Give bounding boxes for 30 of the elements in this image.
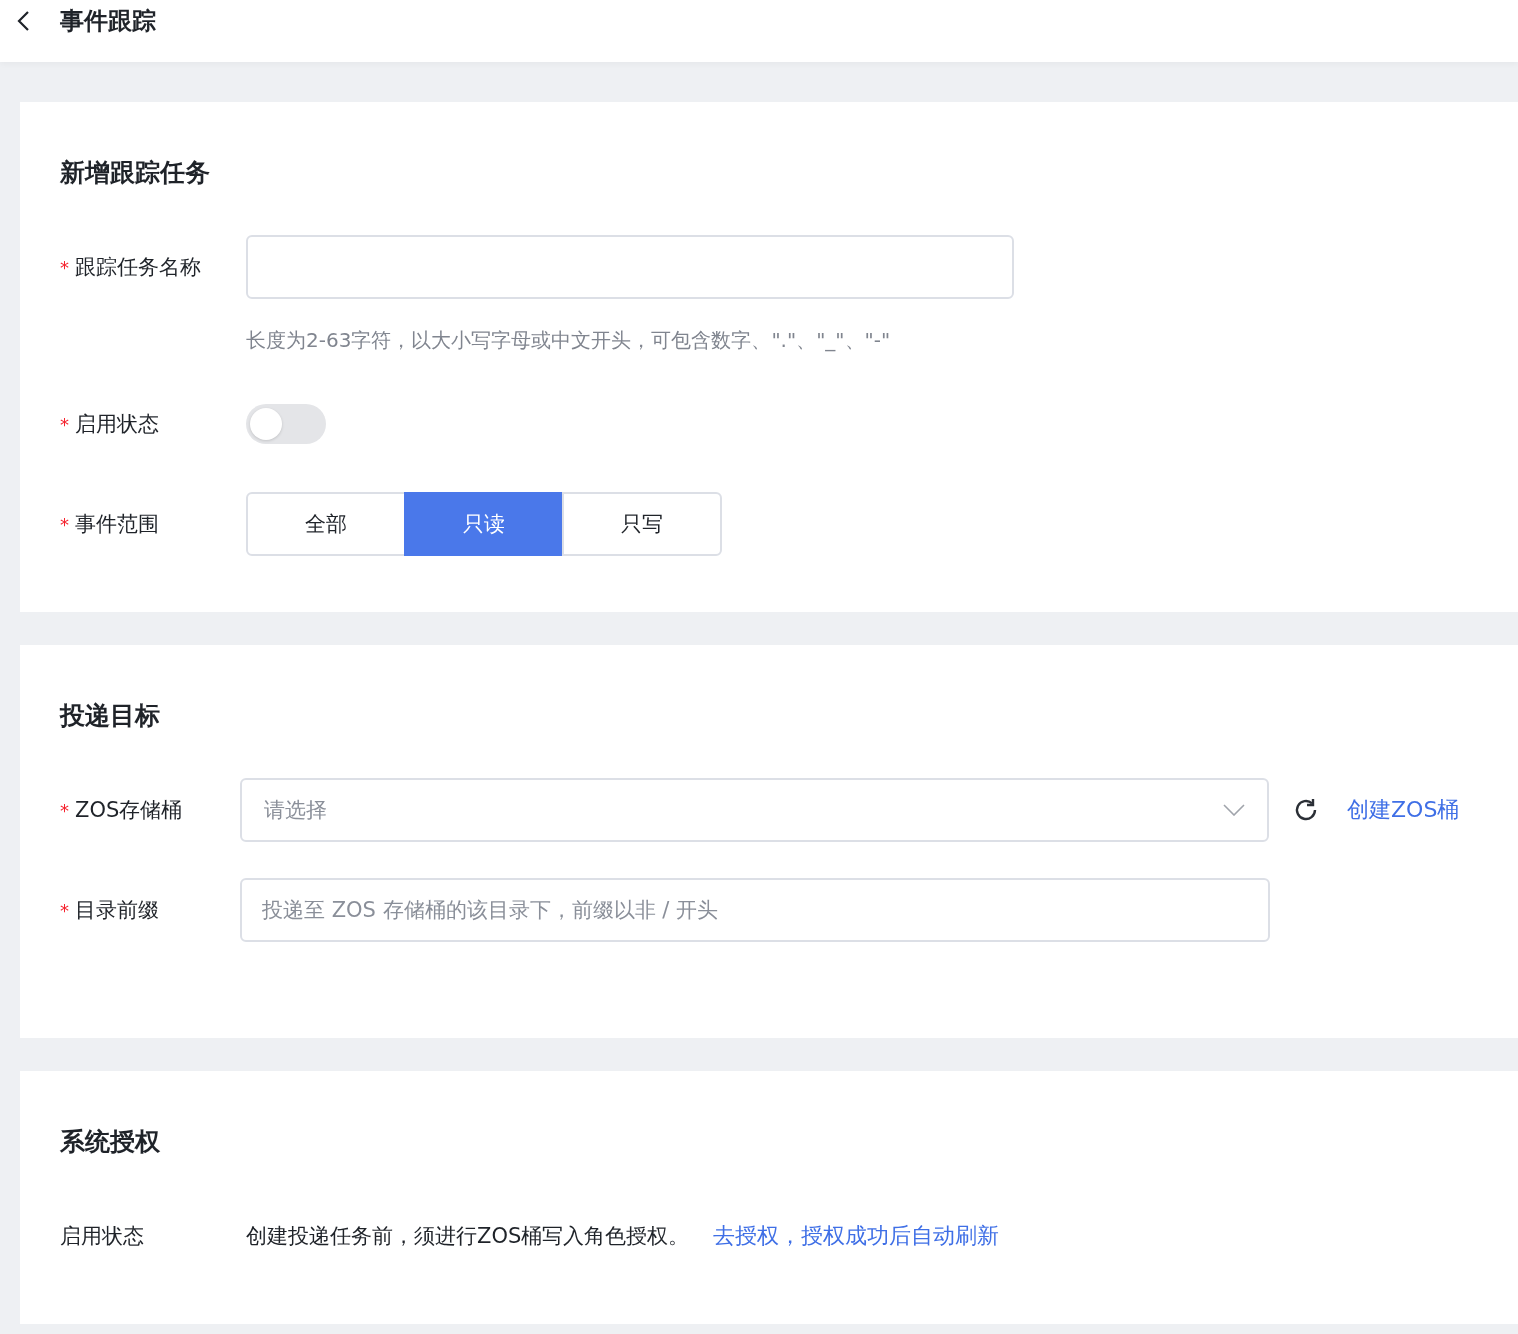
page-title: 事件跟踪 [60, 6, 156, 37]
back-icon[interactable] [16, 10, 30, 32]
select-field[interactable]: 请选择 [240, 778, 1269, 842]
info-text: 创建投递任务前，须进行ZOS桶写入角色授权。 [246, 1223, 690, 1250]
toggle-switch[interactable] [246, 404, 326, 444]
hint-text: 长度为2-63字符，以大小写字母或中文开头，可包含数字、"."、"_"、"-" [246, 327, 892, 354]
authorize-link[interactable]: 去授权，授权成功后自动刷新 [713, 1221, 1000, 1251]
section-title: 系统授权 [60, 1126, 161, 1158]
field-label: 跟踪任务名称 [75, 254, 201, 281]
section-title: 新增跟踪任务 [60, 157, 211, 189]
segment-option[interactable]: 全部 [246, 492, 406, 556]
segment-option[interactable]: 只写 [562, 492, 722, 556]
chevron-down-icon [1223, 804, 1245, 816]
field-label: 启用状态 [60, 1223, 144, 1250]
select-placeholder: 请选择 [264, 797, 327, 824]
input-field[interactable] [246, 235, 1014, 299]
field-label: 启用状态 [75, 411, 159, 438]
required-asterisk: * [60, 413, 69, 435]
required-asterisk: * [60, 799, 69, 821]
input-field[interactable]: 投递至 ZOS 存储桶的该目录下，前缀以非 / 开头 [240, 878, 1270, 942]
required-asterisk: * [60, 256, 69, 278]
create-bucket-link[interactable]: 创建ZOS桶 [1347, 795, 1460, 825]
field-label: 事件范围 [75, 511, 159, 538]
segment-option[interactable]: 只读 [404, 492, 564, 556]
field-label: ZOS存储桶 [75, 797, 183, 824]
required-asterisk: * [60, 899, 69, 921]
refresh-icon[interactable] [1293, 797, 1319, 823]
required-asterisk: * [60, 513, 69, 535]
field-label: 目录前缀 [75, 897, 159, 924]
section-title: 投递目标 [60, 700, 161, 732]
